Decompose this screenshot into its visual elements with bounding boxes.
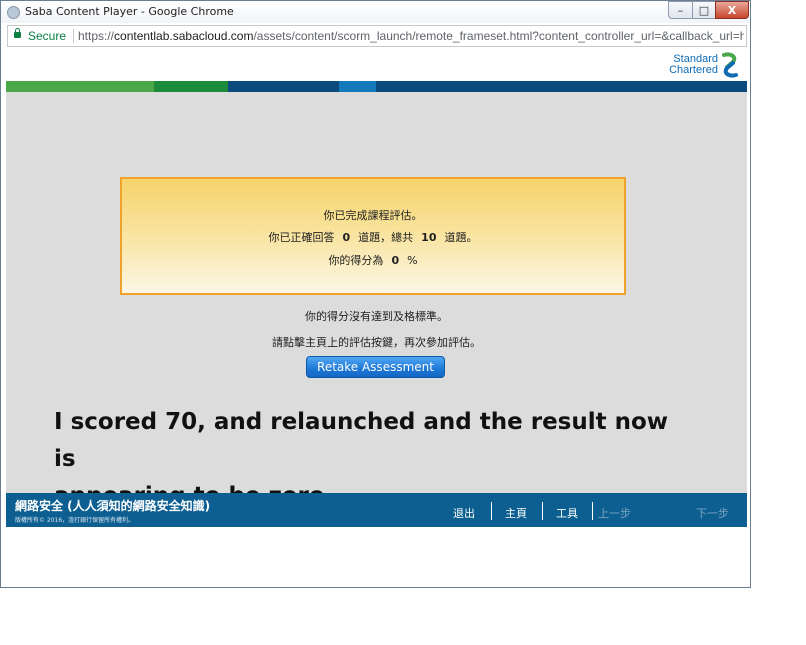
score-suffix: % [407, 254, 418, 267]
nav-tools[interactable]: 工具 [556, 505, 578, 521]
correct-prefix: 你已正確回答 [268, 231, 335, 244]
nav-separator [592, 502, 593, 520]
nav-next[interactable]: 下一步 [696, 505, 729, 521]
maximize-button[interactable]: □ [692, 1, 716, 19]
score-prefix: 你的得分為 [328, 254, 384, 267]
course-footer: 網路安全 (人人須知的網路安全知識) 版權所有© 2016，渣打銀行保留所有權利… [6, 493, 747, 527]
copyright-text: 版權所有© 2016，渣打銀行保留所有權利。 [15, 517, 135, 524]
completion-message: 你已完成課程評估。 [323, 209, 423, 222]
score-value: 0 [391, 254, 400, 267]
annotation-line-1: I scored 70, and relaunched and the resu… [54, 409, 669, 472]
address-divider [73, 29, 74, 43]
brand-stripe-bar [6, 81, 747, 92]
lock-icon [14, 28, 21, 38]
nav-separator [491, 502, 492, 520]
correct-count: 0 [342, 231, 351, 244]
close-button[interactable]: X [715, 1, 749, 19]
score-line: 你的得分為 0% [122, 252, 624, 268]
window-title: Saba Content Player - Google Chrome [25, 5, 234, 18]
assessment-content: 你已完成課程評估。 你已正確回答 0 道題，總共 10 道題。 你的得分為 0% 你的得分… [6, 92, 747, 509]
retry-instruction: 請點擊主頁上的評估按鍵，再次參加評估。 [272, 336, 481, 349]
minimize-button[interactable]: – [668, 1, 693, 19]
logo-mark-icon [722, 52, 738, 78]
logo-text: Standard Chartered [669, 54, 718, 76]
url-host: contentlab.sabacloud.com [114, 29, 254, 43]
nav-previous[interactable]: 上一步 [598, 505, 631, 521]
app-icon [7, 6, 20, 19]
address-bar[interactable]: Secure https://contentlab.sabacloud.com/… [7, 25, 747, 47]
secure-label[interactable]: Secure [28, 29, 66, 43]
retake-assessment-button[interactable]: Retake Assessment [306, 356, 445, 378]
nav-exit[interactable]: 退出 [453, 505, 475, 521]
url-scheme: https:// [78, 29, 115, 43]
correct-answers-line: 你已正確回答 0 道題，總共 10 道題。 [122, 229, 624, 245]
page-viewport: Standard Chartered 你已完成課程評估。 你已正確回答 0 道題，總… [6, 48, 747, 584]
total-count: 10 [421, 231, 437, 244]
correct-mid: 道題，總共 [358, 231, 414, 244]
logo-line-2: Chartered [669, 64, 718, 76]
standard-chartered-logo: Standard Chartered [669, 52, 739, 78]
nav-separator [542, 502, 543, 520]
fail-message: 你的得分沒有達到及格標準。 [305, 310, 448, 323]
url-path: /assets/content/scorm_launch/remote_fram… [253, 29, 744, 43]
course-title: 網路安全 (人人須知的網路安全知識) [15, 499, 211, 513]
nav-home[interactable]: 主頁 [505, 505, 527, 521]
title-bar: Saba Content Player - Google Chrome – □ … [1, 1, 750, 23]
browser-window: Saba Content Player - Google Chrome – □ … [0, 0, 751, 588]
result-panel: 你已完成課程評估。 你已正確回答 0 道題，總共 10 道題。 你的得分為 0% [120, 177, 626, 295]
url-text[interactable]: https://contentlab.sabacloud.com/assets/… [78, 29, 744, 43]
correct-suffix: 道題。 [444, 231, 478, 244]
